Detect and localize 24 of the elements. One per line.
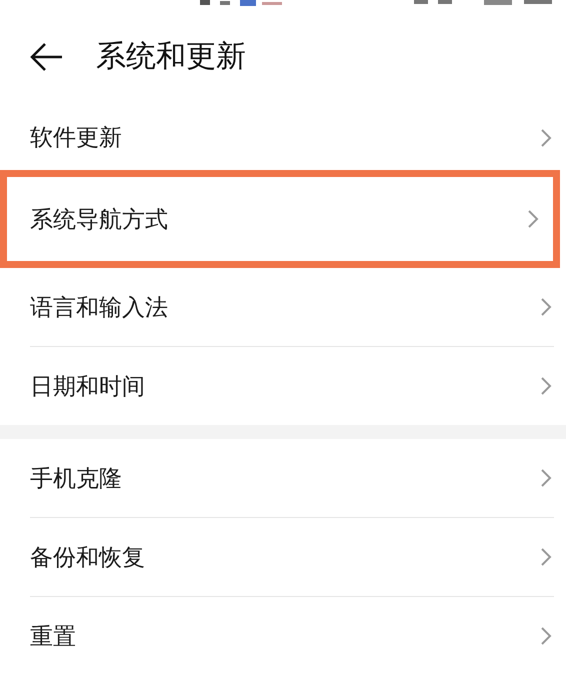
chevron-icon — [540, 297, 552, 317]
item-label: 系统导航方式 — [30, 206, 168, 234]
item-label: 软件更新 — [30, 124, 122, 153]
page-title: 系统和更新 — [96, 38, 246, 76]
chevron-icon — [540, 376, 552, 396]
item-label: 日期和时间 — [30, 372, 145, 402]
back-arrow-icon — [30, 42, 64, 72]
settings-item[interactable]: 手机克隆 — [0, 439, 566, 517]
settings-item[interactable]: 系统导航方式 — [0, 170, 560, 268]
back-button[interactable] — [30, 42, 64, 72]
chevron-icon — [540, 626, 552, 646]
item-label: 语言和输入法 — [30, 294, 168, 322]
settings-item[interactable]: 重置 — [0, 597, 566, 675]
chevron-icon — [540, 468, 552, 488]
settings-item[interactable]: 备份和恢复 — [0, 518, 566, 596]
item-label: 备份和恢复 — [30, 544, 145, 572]
item-label: 手机克隆 — [30, 464, 122, 494]
item-label: 重置 — [30, 622, 76, 652]
chevron-icon — [540, 128, 552, 148]
settings-item[interactable]: 语言和输入法 — [0, 268, 566, 346]
chevron-icon — [540, 547, 552, 567]
settings-item[interactable]: 日期和时间 — [0, 347, 566, 425]
settings-item[interactable]: 软件更新 — [0, 105, 566, 170]
chevron-icon — [527, 209, 539, 229]
